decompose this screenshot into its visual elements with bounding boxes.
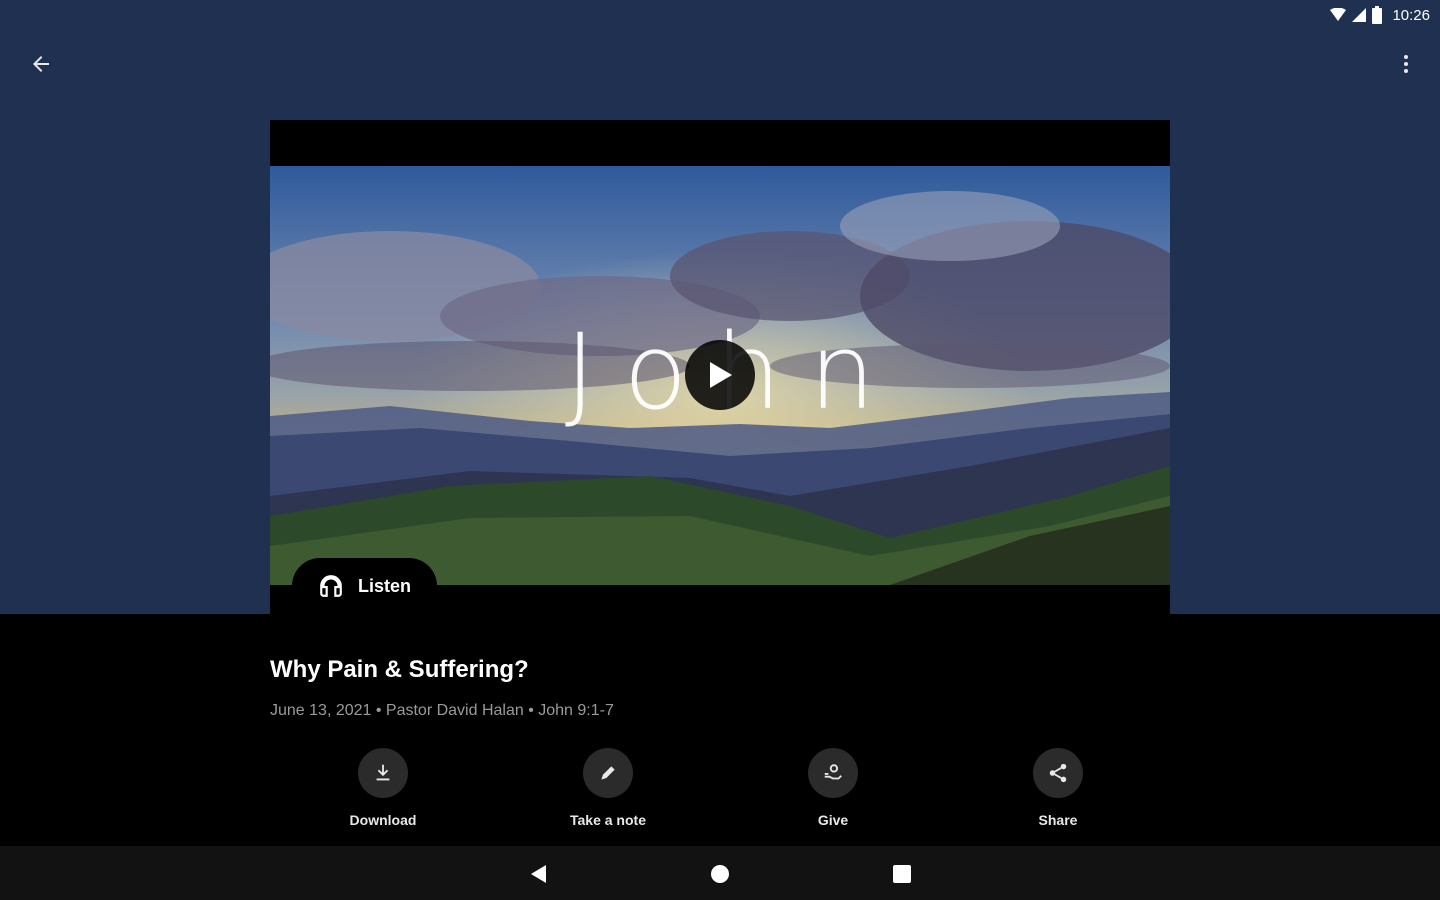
arrow-left-icon xyxy=(33,56,49,72)
nav-recents-icon xyxy=(893,865,911,883)
listen-label: Listen xyxy=(358,575,412,596)
share-icon xyxy=(1049,763,1067,783)
status-bar: 10:26 xyxy=(1330,4,1430,26)
nav-home-button[interactable] xyxy=(700,854,740,894)
give-label: Give xyxy=(817,812,849,828)
share-button[interactable]: Share xyxy=(988,748,1128,828)
more-vert-icon xyxy=(1404,55,1408,73)
signal-icon xyxy=(1352,8,1367,22)
give-icon xyxy=(824,764,842,780)
give-circle xyxy=(808,748,858,798)
nav-recents-button[interactable] xyxy=(882,854,922,894)
sermon-details: Why Pain & Suffering? June 13, 2021 • Pa… xyxy=(270,656,1170,720)
more-options-button[interactable] xyxy=(1382,40,1430,88)
download-label: Download xyxy=(349,812,417,828)
status-time: 10:26 xyxy=(1392,6,1430,24)
listen-button[interactable]: Listen xyxy=(292,558,438,614)
action-row: Download Take a note Give Share xyxy=(270,748,1170,840)
video-player[interactable]: John Listen xyxy=(270,120,1170,614)
download-icon xyxy=(376,764,390,781)
take-note-circle xyxy=(583,748,633,798)
sermon-meta: June 13, 2021 • Pastor David Halan • Joh… xyxy=(270,702,614,719)
download-button[interactable]: Download xyxy=(313,748,453,828)
sermon-title: Why Pain & Suffering? xyxy=(270,656,529,683)
share-circle xyxy=(1033,748,1083,798)
share-label: Share xyxy=(1038,812,1078,828)
play-button[interactable] xyxy=(685,340,755,410)
play-icon xyxy=(710,362,732,388)
back-button[interactable] xyxy=(17,40,65,88)
give-button[interactable]: Give xyxy=(763,748,903,828)
system-nav-bar xyxy=(0,846,1440,900)
take-note-button[interactable]: Take a note xyxy=(538,748,678,828)
download-circle xyxy=(358,748,408,798)
nav-back-icon xyxy=(531,865,546,883)
battery-icon xyxy=(1372,6,1383,24)
nav-home-icon xyxy=(711,865,729,883)
headphones-icon xyxy=(320,575,342,597)
nav-back-button[interactable] xyxy=(518,854,558,894)
wifi-icon xyxy=(1330,8,1347,22)
pencil-icon xyxy=(601,766,615,780)
take-note-label: Take a note xyxy=(570,812,646,828)
